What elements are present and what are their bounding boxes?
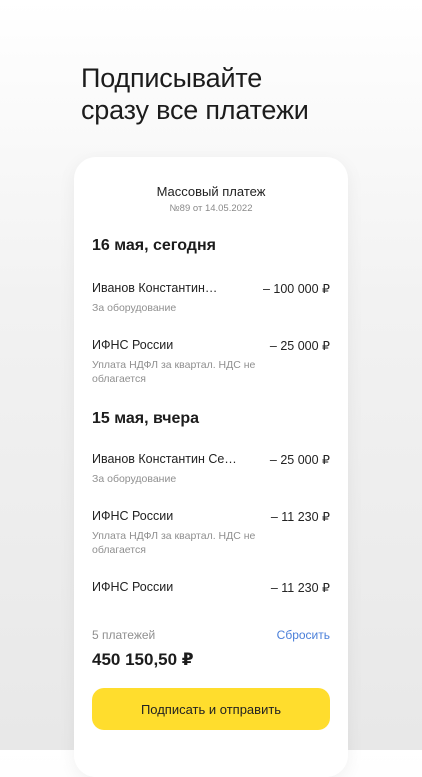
payment-description: За оборудование	[92, 473, 177, 485]
payment-amount: – 11 230 ₽	[270, 581, 330, 595]
total-amount: 450 150,50 ₽	[92, 650, 194, 669]
payment-item[interactable]: Иванов Константин… – 100 000 ₽ За оборуд…	[92, 281, 330, 315]
payment-list: 16 мая, сегодня Иванов Константин… – 100…	[92, 237, 330, 595]
day-heading-yesterday: 15 мая, вчера	[92, 410, 200, 427]
reset-link[interactable]: Сбросить	[277, 628, 330, 642]
card-subtitle: №89 от 14.05.2022	[169, 203, 253, 214]
payment-card: Массовый платеж №89 от 14.05.2022 16 мая…	[74, 157, 348, 777]
payment-recipient: Иванов Константин…	[92, 281, 218, 295]
payment-description: Уплата НДФЛ за квартал. НДС не облагаетс…	[92, 530, 256, 556]
payment-description: За оборудование	[92, 302, 177, 314]
headline: Подписывайте сразу все платежи	[81, 62, 381, 126]
payment-recipient: Иванов Константин Се…	[92, 452, 237, 466]
payment-amount: – 25 000 ₽	[269, 453, 330, 467]
payment-item[interactable]: ИФНС России – 11 230 ₽ Уплата НДФЛ за кв…	[92, 509, 330, 557]
payments-count: 5 платежей	[92, 628, 156, 642]
payment-description: Уплата НДФЛ за квартал. НДС не облагаетс…	[92, 359, 256, 385]
payment-amount: – 100 000 ₽	[262, 282, 330, 296]
summary-footer: 5 платежей Сбросить 450 150,50 ₽ Подписа…	[74, 608, 348, 777]
card-title: Массовый платеж	[156, 184, 266, 199]
payment-amount: – 25 000 ₽	[269, 339, 330, 353]
sign-and-send-button[interactable]: Подписать и отправить	[92, 688, 330, 730]
payment-recipient: ИФНС России	[92, 509, 174, 523]
headline-line-1: Подписывайте	[81, 63, 263, 93]
payment-amount: – 11 230 ₽	[270, 510, 330, 524]
payment-item[interactable]: ИФНС России – 11 230 ₽	[92, 580, 330, 595]
payment-item[interactable]: ИФНС России – 25 000 ₽ Уплата НДФЛ за кв…	[92, 338, 330, 386]
payment-recipient: ИФНС России	[92, 338, 174, 352]
headline-line-2: сразу все платежи	[81, 95, 309, 125]
card-header: Массовый платеж №89 от 14.05.2022	[74, 184, 348, 214]
payment-item[interactable]: Иванов Константин Се… – 25 000 ₽ За обор…	[92, 452, 330, 486]
day-heading-today: 16 мая, сегодня	[92, 237, 216, 254]
payment-recipient: ИФНС России	[92, 580, 174, 594]
